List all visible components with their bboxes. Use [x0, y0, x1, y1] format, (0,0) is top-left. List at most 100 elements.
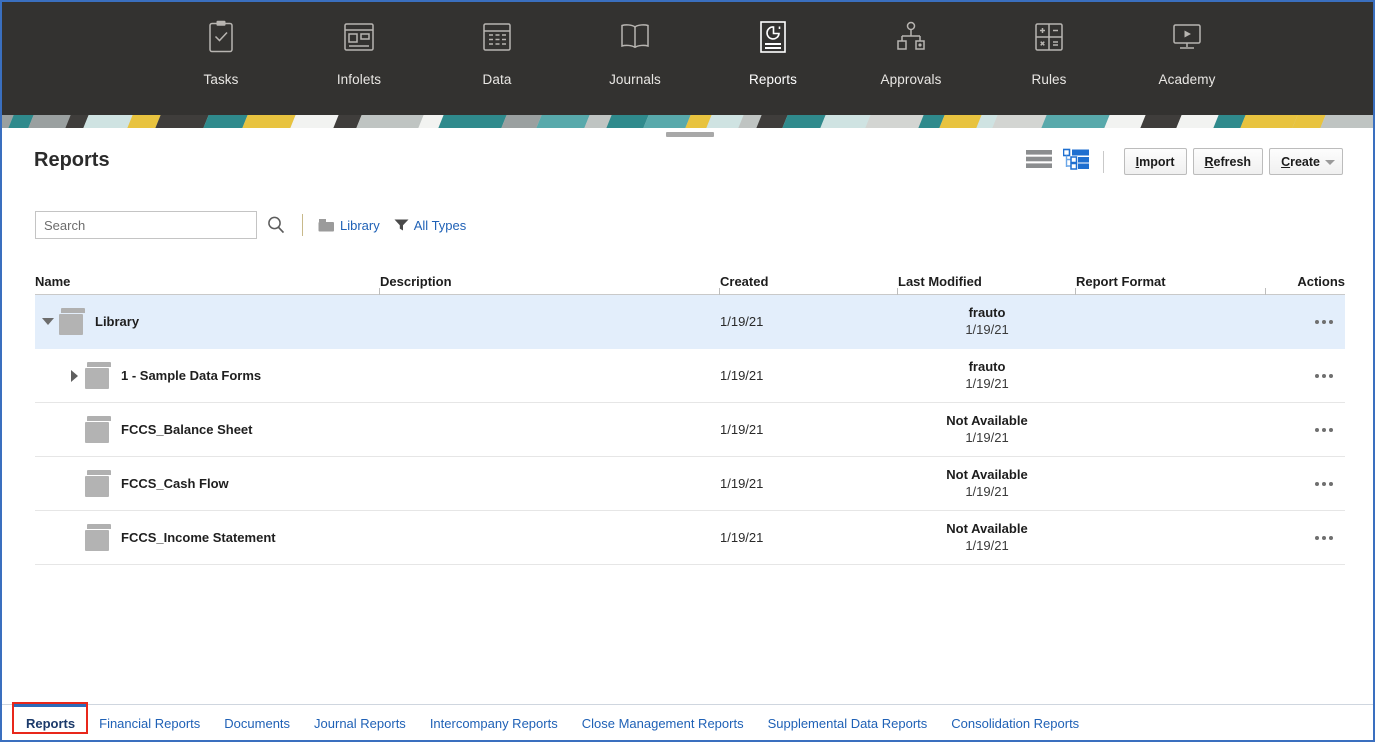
column-header-last-modified[interactable]: Last Modified — [897, 274, 1076, 295]
banner-stripe — [1240, 115, 1298, 128]
tab-close-management-reports[interactable]: Close Management Reports — [570, 704, 756, 740]
column-header-report-format[interactable]: Report Format — [1075, 274, 1266, 295]
last-modified-date: 1/19/21 — [965, 322, 1009, 337]
list-view-toggle[interactable] — [1025, 148, 1052, 175]
nav-item-rules[interactable]: Rules — [980, 2, 1118, 87]
tab-consolidation-reports[interactable]: Consolidation Reports — [939, 704, 1091, 740]
nav-item-journals[interactable]: Journals — [566, 2, 704, 87]
banner-stripe — [865, 115, 924, 128]
row-name-label[interactable]: FCCS_Cash Flow — [121, 476, 229, 491]
table-row[interactable]: FCCS_Cash Flow 1/19/21 Not Available 1/19/2… — [35, 457, 1345, 511]
nav-item-infolets[interactable]: Infolets — [290, 2, 428, 87]
last-modified-user: frauto — [968, 359, 1006, 374]
nav-item-approvals[interactable]: Approvals — [842, 2, 980, 87]
hierarchy-icon — [894, 17, 928, 57]
tree-view-icon — [1062, 148, 1089, 175]
bottom-tab-bar: Reports Financial Reports Documents Journal… — [2, 704, 1373, 740]
banner-stripe — [782, 115, 826, 128]
all-types-filter-link[interactable]: All Types — [394, 218, 466, 233]
tab-intercompany-reports[interactable]: Intercompany Reports — [418, 704, 570, 740]
nav-item-reports[interactable]: Reports — [704, 2, 842, 87]
column-header-actions[interactable]: Actions — [1265, 274, 1345, 295]
table-row[interactable]: FCCS_Balance Sheet 1/19/21 Not Available 1/… — [35, 403, 1345, 457]
column-header-description[interactable]: Description — [379, 274, 720, 295]
application-window: Tasks Infolets Data Journals Reports Approval… — [0, 0, 1375, 742]
nav-item-data[interactable]: Data — [428, 2, 566, 87]
row-name-label[interactable]: FCCS_Income Statement — [121, 530, 276, 545]
cell-report-format — [1076, 349, 1266, 402]
reports-table: Name Description Created Last Modified Repor… — [35, 267, 1345, 565]
cell-description — [380, 457, 720, 510]
row-actions-button[interactable] — [1266, 349, 1345, 402]
row-actions-button[interactable] — [1266, 403, 1345, 456]
search-icon[interactable] — [266, 215, 286, 235]
row-name-label[interactable]: 1 - Sample Data Forms — [121, 368, 261, 383]
row-actions-button[interactable] — [1266, 511, 1345, 564]
table-row[interactable]: 1 - Sample Data Forms 1/19/21 frauto 1/19/2… — [35, 349, 1345, 403]
cell-report-format — [1076, 403, 1266, 456]
banner-stripe — [501, 115, 542, 128]
banner-stripe — [1320, 115, 1373, 128]
row-name-label[interactable]: Library — [95, 314, 139, 329]
table-row[interactable]: FCCS_Income Statement 1/19/21 Not Availabl… — [35, 511, 1345, 565]
cell-name: 1 - Sample Data Forms — [35, 349, 380, 402]
video-monitor-icon — [1170, 17, 1204, 57]
last-modified-date: 1/19/21 — [965, 484, 1009, 499]
row-actions-button[interactable] — [1266, 457, 1345, 510]
cell-name: FCCS_Income Statement — [35, 511, 380, 564]
nav-item-label: Infolets — [336, 72, 382, 87]
last-modified-date: 1/19/21 — [965, 538, 1009, 553]
global-navigation-bar: Tasks Infolets Data Journals Reports Approval… — [2, 2, 1373, 115]
tab-documents[interactable]: Documents — [212, 704, 302, 740]
list-view-icon — [1025, 148, 1052, 175]
expand-collapse-icon-expanded[interactable] — [37, 295, 59, 348]
banner-stripe — [606, 115, 649, 128]
tab-supplemental-data-reports[interactable]: Supplemental Data Reports — [756, 704, 940, 740]
cell-description — [380, 295, 720, 348]
overflow-menu-icon — [1315, 535, 1333, 540]
banner-stripe — [1104, 115, 1146, 128]
refresh-button-accesskey: R — [1204, 154, 1214, 169]
tab-financial-reports[interactable]: Financial Reports — [87, 704, 212, 740]
column-header-name[interactable]: Name — [35, 274, 380, 294]
create-button[interactable]: Create — [1269, 148, 1343, 175]
tab-journal-reports[interactable]: Journal Reports — [302, 704, 418, 740]
refresh-button[interactable]: Refresh — [1192, 148, 1264, 175]
banner-stripe — [820, 115, 871, 128]
tree-view-toggle[interactable] — [1062, 148, 1089, 175]
panel-drag-handle[interactable] — [666, 132, 714, 137]
nav-item-academy[interactable]: Academy — [1118, 2, 1256, 87]
banner-stripe — [939, 115, 982, 128]
row-actions-button[interactable] — [1266, 295, 1345, 348]
cell-created: 1/19/21 — [720, 422, 764, 437]
cell-report-format — [1076, 457, 1266, 510]
library-filter-label: Library — [340, 217, 380, 233]
cell-last-modified: frauto 1/19/21 — [898, 295, 1076, 348]
banner-stripe — [155, 115, 209, 128]
nav-item-label: Journals — [609, 72, 661, 87]
search-input[interactable] — [35, 211, 257, 239]
cell-name: Library — [35, 295, 380, 348]
cell-last-modified: frauto 1/19/21 — [898, 349, 1076, 402]
filter-divider — [302, 214, 303, 236]
nav-item-label: Academy — [1158, 72, 1216, 87]
banner-stripe — [242, 115, 296, 128]
nav-item-tasks[interactable]: Tasks — [152, 2, 290, 87]
cell-created: 1/19/21 — [720, 368, 764, 383]
import-button[interactable]: Import — [1123, 148, 1187, 175]
folder-icon — [85, 361, 111, 389]
folder-icon — [59, 307, 85, 335]
banner-stripe — [438, 115, 507, 128]
banner-stripe — [992, 115, 1047, 128]
expand-collapse-icon-collapsed[interactable] — [63, 349, 85, 402]
row-name-label[interactable]: FCCS_Balance Sheet — [121, 422, 253, 437]
column-header-created[interactable]: Created — [719, 274, 898, 295]
tab-reports[interactable]: Reports — [14, 704, 88, 740]
toolbar-divider — [1102, 150, 1104, 173]
table-row[interactable]: Library 1/19/21 frauto 1/19/21 — [35, 295, 1345, 349]
library-filter-link[interactable]: Library — [318, 218, 380, 233]
import-button-label: mport — [1139, 154, 1175, 169]
grid-table-icon — [480, 17, 514, 57]
